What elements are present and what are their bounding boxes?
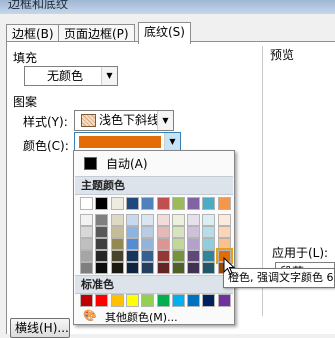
theme-color-swatch[interactable]	[80, 226, 93, 238]
color-label: 颜色(C):	[23, 139, 69, 153]
theme-color-swatch[interactable]	[95, 238, 109, 250]
apply-to-label: 应用于(L):	[272, 246, 329, 260]
standard-color-swatch[interactable]	[141, 294, 155, 307]
theme-color-swatch[interactable]	[217, 226, 231, 238]
fill-color-select[interactable]: 无颜色 ▼	[24, 66, 118, 86]
theme-color-swatch[interactable]	[95, 197, 109, 210]
auto-color-item[interactable]: 自动(A)	[77, 154, 231, 172]
theme-color-swatch[interactable]	[141, 250, 155, 262]
theme-color-swatch[interactable]	[110, 250, 124, 262]
standard-color-swatch[interactable]	[217, 294, 231, 307]
theme-color-swatch[interactable]	[171, 262, 185, 274]
theme-color-swatch[interactable]	[125, 197, 139, 210]
theme-color-swatch[interactable]	[141, 197, 155, 210]
theme-color-swatch[interactable]	[202, 238, 216, 250]
theme-color-swatch[interactable]	[141, 238, 155, 250]
color-select[interactable]: ▼	[74, 132, 181, 152]
theme-color-swatch[interactable]	[217, 238, 231, 250]
theme-color-swatch[interactable]	[156, 214, 170, 226]
standard-color-swatch[interactable]	[125, 294, 139, 307]
theme-color-swatch[interactable]	[187, 214, 201, 226]
theme-color-swatch[interactable]	[80, 197, 93, 210]
theme-color-swatch[interactable]	[80, 250, 93, 262]
theme-color-swatch[interactable]	[110, 197, 124, 210]
theme-color-swatch[interactable]	[125, 238, 139, 250]
standard-color-swatch[interactable]	[110, 294, 124, 307]
theme-color-swatch[interactable]	[202, 262, 216, 274]
color-palette-dropdown: 自动(A) 主题颜色 标准色 🎨 其他颜色(M)...	[73, 150, 235, 325]
theme-color-swatch[interactable]	[80, 262, 93, 274]
preview-label: 预览	[270, 48, 295, 62]
fill-label: 填充	[13, 51, 38, 65]
theme-color-swatch[interactable]	[217, 197, 231, 210]
theme-color-swatch[interactable]	[202, 226, 216, 238]
window-title: 边框和底纹	[8, 0, 69, 11]
theme-color-swatch[interactable]	[95, 214, 109, 226]
theme-color-swatch[interactable]	[156, 197, 170, 210]
mouse-cursor-icon	[223, 257, 235, 275]
theme-color-swatch[interactable]	[156, 262, 170, 274]
theme-color-swatch[interactable]	[171, 197, 185, 210]
theme-color-swatch[interactable]	[125, 226, 139, 238]
theme-color-swatch[interactable]	[187, 197, 201, 210]
auto-color-swatch	[84, 157, 97, 170]
theme-color-swatch[interactable]	[171, 238, 185, 250]
standard-color-swatch[interactable]	[80, 294, 93, 307]
theme-color-swatch[interactable]	[171, 250, 185, 262]
theme-color-swatch[interactable]	[202, 197, 216, 210]
chevron-down-icon[interactable]: ▼	[164, 133, 180, 151]
theme-color-swatch[interactable]	[156, 238, 170, 250]
more-colors-label: 其他颜色(M)...	[105, 311, 178, 324]
theme-color-swatch[interactable]	[202, 250, 216, 262]
theme-color-swatch[interactable]	[95, 250, 109, 262]
theme-color-swatch[interactable]	[187, 226, 201, 238]
theme-color-swatch[interactable]	[125, 214, 139, 226]
theme-colors-header: 主题颜色	[75, 176, 233, 195]
theme-color-swatch[interactable]	[217, 214, 231, 226]
theme-color-swatch[interactable]	[80, 238, 93, 250]
selected-color-bar	[79, 136, 161, 148]
color-tooltip: 橙色, 强调文字颜色 6	[223, 268, 335, 288]
theme-color-swatch[interactable]	[202, 214, 216, 226]
theme-color-swatch[interactable]	[187, 262, 201, 274]
chevron-down-icon[interactable]: ▼	[157, 111, 173, 130]
standard-color-swatch[interactable]	[156, 294, 170, 307]
theme-color-swatch[interactable]	[125, 250, 139, 262]
standard-color-swatch[interactable]	[171, 294, 185, 307]
standard-color-swatch[interactable]	[187, 294, 201, 307]
style-select[interactable]: 浅色下斜线 ▼	[74, 110, 174, 131]
pattern-label: 图案	[13, 95, 38, 109]
fill-color-value: 无颜色	[47, 69, 84, 83]
horizontal-line-button[interactable]: 横线(H)...	[10, 318, 70, 338]
style-label: 样式(Y):	[23, 115, 68, 129]
tab-shading[interactable]: 底纹(S)	[138, 22, 191, 44]
theme-color-swatch[interactable]	[156, 226, 170, 238]
pattern-swatch-icon	[81, 114, 96, 127]
theme-color-swatch[interactable]	[125, 262, 139, 274]
theme-color-swatch[interactable]	[141, 262, 155, 274]
palette-icon: 🎨	[83, 309, 97, 322]
standard-color-swatch[interactable]	[95, 294, 109, 307]
auto-color-label: 自动(A)	[106, 157, 148, 171]
theme-color-swatch[interactable]	[110, 262, 124, 274]
title-bar: 边框和底纹	[0, 0, 335, 14]
theme-color-swatch[interactable]	[80, 214, 93, 226]
theme-color-swatch[interactable]	[95, 226, 109, 238]
more-colors-item[interactable]: 🎨 其他颜色(M)...	[77, 309, 231, 324]
chevron-down-icon[interactable]: ▼	[101, 67, 117, 85]
theme-color-swatch[interactable]	[110, 238, 124, 250]
theme-color-swatch[interactable]	[187, 250, 201, 262]
theme-color-swatch[interactable]	[171, 214, 185, 226]
theme-color-swatch[interactable]	[187, 238, 201, 250]
theme-color-swatch[interactable]	[110, 226, 124, 238]
standard-colors-header: 标准色	[75, 275, 233, 294]
theme-color-swatch[interactable]	[141, 226, 155, 238]
theme-color-swatch[interactable]	[95, 262, 109, 274]
theme-color-swatch[interactable]	[141, 214, 155, 226]
theme-color-swatch[interactable]	[110, 214, 124, 226]
standard-color-swatch[interactable]	[202, 294, 216, 307]
style-value: 浅色下斜线	[99, 113, 160, 127]
theme-color-swatch[interactable]	[171, 226, 185, 238]
theme-color-swatch[interactable]	[156, 250, 170, 262]
